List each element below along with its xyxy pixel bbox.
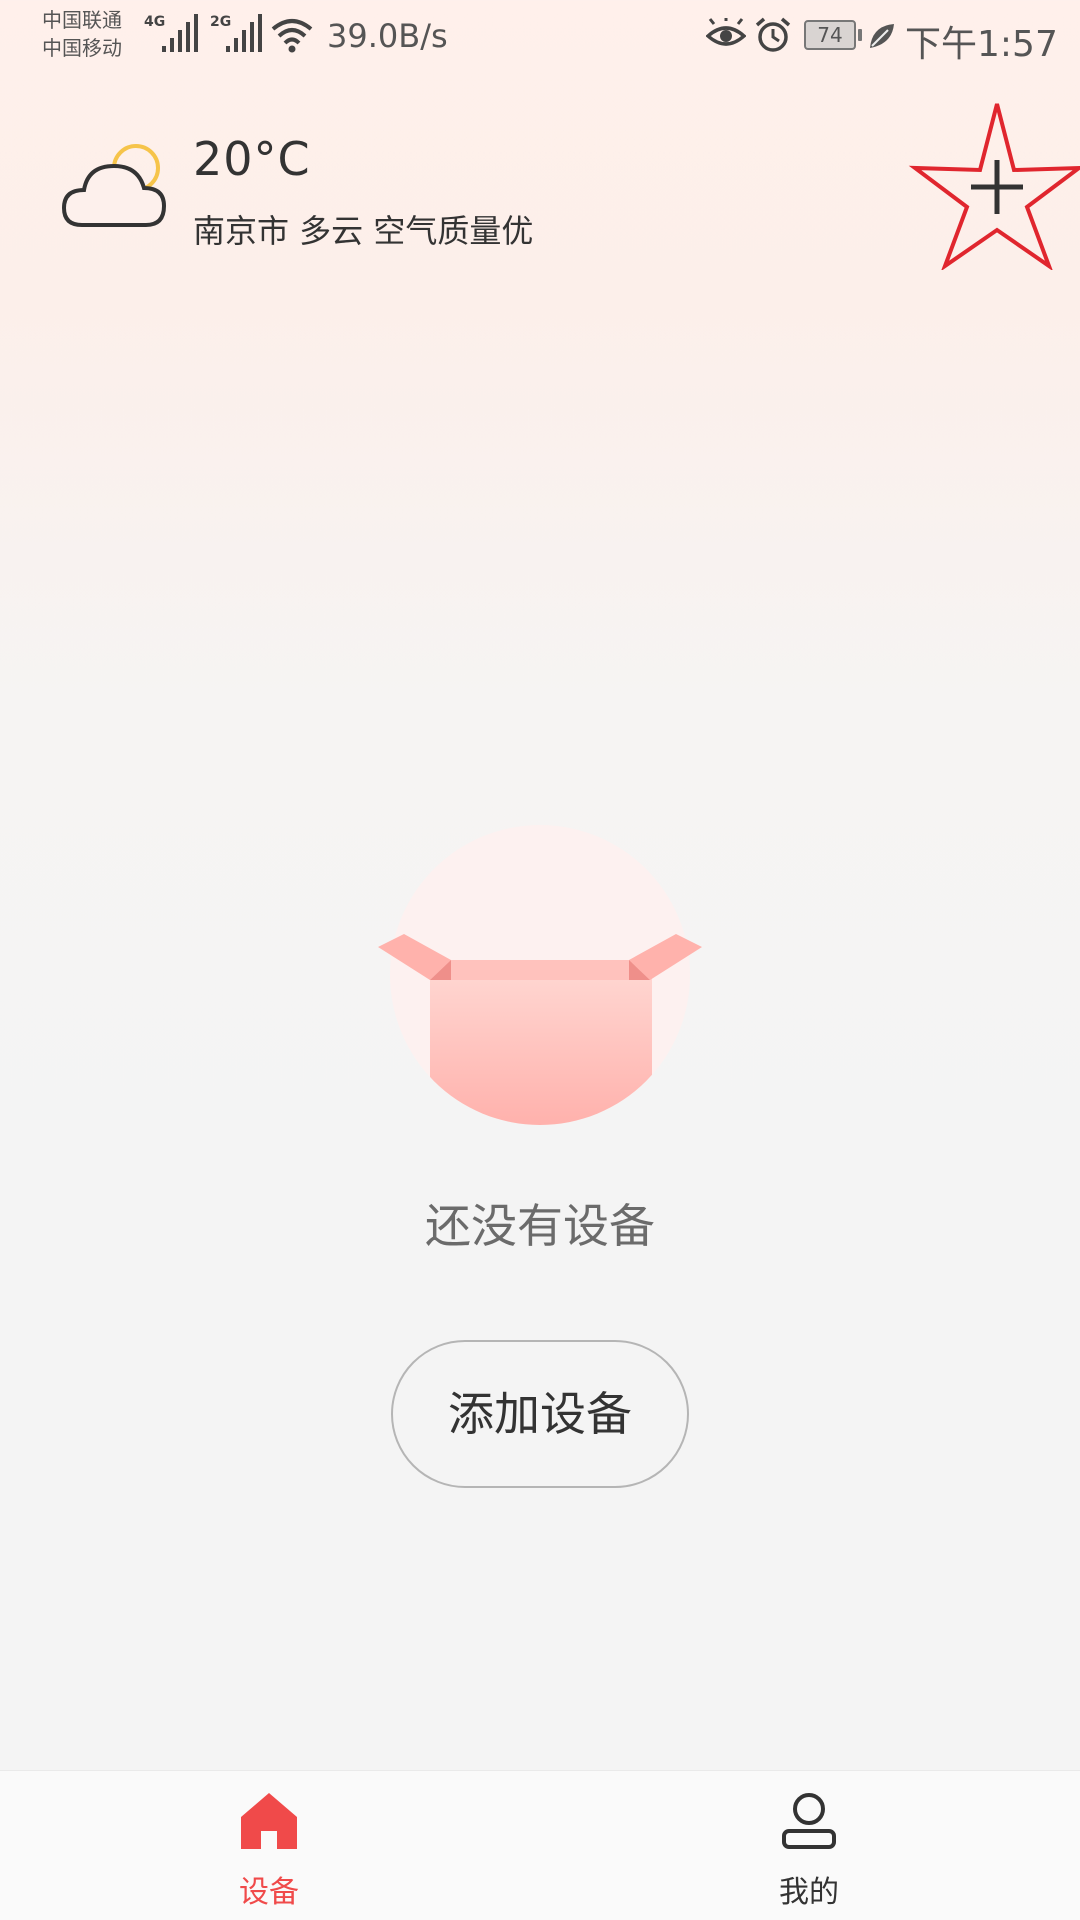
add-device-button[interactable]: 添加设备 (391, 1340, 689, 1488)
empty-box-icon (378, 825, 702, 1125)
cloudy-icon (62, 144, 167, 227)
home-icon (241, 1793, 297, 1849)
carrier-2: 中国移动 (42, 36, 122, 60)
empty-message: 还没有设备 (425, 1199, 655, 1253)
clock: 下午1:57 (905, 24, 1058, 65)
battery-tip (858, 29, 862, 41)
leaf-icon (870, 24, 894, 48)
carrier-1: 中国联通 (42, 8, 122, 32)
carrier-info: 中国联通 中国移动 (42, 6, 122, 62)
net-speed: 39.0B/s (327, 17, 448, 55)
status-bar: 中国联通 中国移动 4G 2G 39.0B/s 74 下午1:57 (0, 0, 1080, 75)
alarm-icon (755, 17, 791, 52)
nav-label-devices: 设备 (239, 1875, 299, 1910)
eye-icon (706, 18, 746, 46)
add-button[interactable] (905, 100, 1080, 270)
signal-icon-2 (226, 14, 262, 52)
user-icon (782, 1793, 836, 1849)
bottom-nav: 设备 我的 (0, 1770, 1080, 1920)
wifi-icon (271, 19, 313, 53)
weather-description: 南京市 多云 空气质量优 (193, 212, 534, 250)
signal-icon (162, 14, 198, 52)
nav-item-me[interactable]: 我的 (709, 1771, 909, 1920)
nav-label-me: 我的 (779, 1875, 839, 1910)
battery-icon: 74 (804, 20, 856, 50)
temperature: 20°C (193, 132, 311, 186)
nav-item-devices[interactable]: 设备 (169, 1771, 369, 1920)
